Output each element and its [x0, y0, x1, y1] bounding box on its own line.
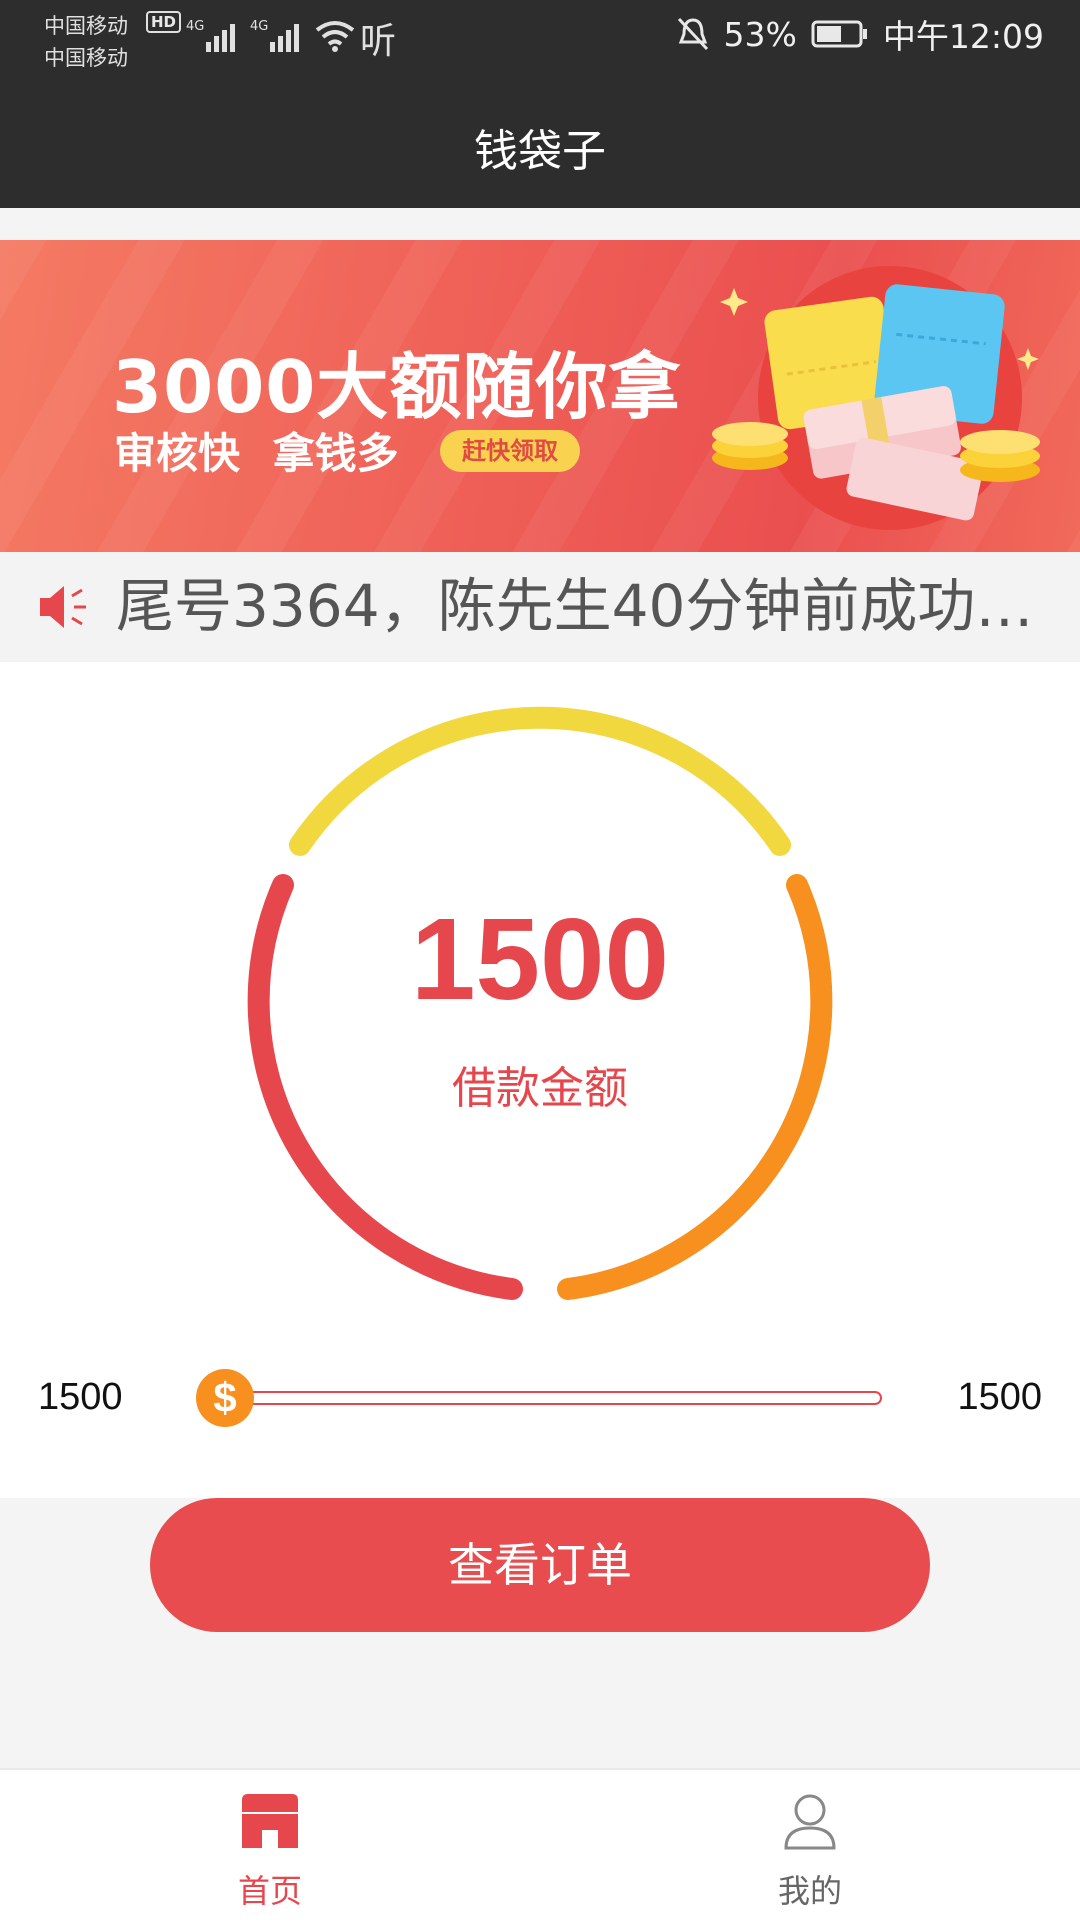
banner-subline: 审核快 拿钱多: [114, 429, 399, 478]
amount-slider-track[interactable]: [226, 1391, 882, 1405]
slider-min-value: 1500: [38, 1376, 123, 1418]
user-icon: [784, 1794, 836, 1850]
network-type-2: 4G: [250, 19, 268, 34]
tab-home-label: 首页: [237, 1872, 302, 1910]
slider-max-value: 1500: [957, 1376, 1042, 1418]
announcement-ticker: 尾号3364，陈先生40分钟前成功借款1500元: [0, 552, 1080, 662]
mute-bell-icon: [677, 17, 708, 51]
tab-mine[interactable]: 我的: [660, 1770, 960, 1922]
listen-indicator: 听: [360, 21, 397, 62]
wifi-icon: [315, 21, 355, 52]
battery-percent: 53%: [723, 14, 797, 54]
claim-now-button[interactable]: 赶快领取: [440, 430, 580, 472]
app-header: 钱袋子: [0, 96, 1080, 208]
battery-icon: [811, 20, 867, 48]
signal-icon-2: 4G: [250, 19, 299, 52]
tab-mine-label: 我的: [777, 1872, 842, 1910]
amount-slider-thumb[interactable]: $: [196, 1369, 254, 1427]
tab-home[interactable]: 首页: [120, 1770, 420, 1922]
signal-icon: 4G: [186, 19, 235, 52]
money-illustration: [712, 266, 1040, 530]
status-bar: 中国移动 中国移动 HD 4G 4G 听 53% 中午12:09: [0, 0, 1080, 96]
loan-amount-label: 借款金额: [452, 1063, 628, 1114]
network-type-1: 4G: [186, 19, 204, 34]
loan-amount: 1500: [410, 894, 670, 1024]
promo-banner[interactable]: 3000大额随你拿 审核快 拿钱多 赶快领取: [0, 240, 1080, 552]
carrier-name-2: 中国移动: [44, 46, 128, 70]
loan-panel: 1500 借款金额 1500 $ 1500: [0, 662, 1080, 1498]
hd-badge: HD: [146, 11, 182, 33]
page-title: 钱袋子: [474, 126, 606, 177]
banner-headline: 3000大额随你拿: [112, 345, 682, 429]
bottom-tab-bar: 首页 我的: [0, 1768, 1080, 1922]
carrier-name-1: 中国移动: [44, 14, 128, 38]
gauge-arc-yellow: [289, 706, 791, 856]
clock: 中午12:09: [882, 17, 1044, 56]
view-order-button[interactable]: 查看订单: [150, 1498, 930, 1632]
speaker-icon: [40, 586, 86, 628]
home-icon: [242, 1794, 298, 1848]
ticker-message: 尾号3364，陈先生40分钟前成功借款1500元: [116, 572, 1066, 640]
status-right: 53% 中午12:09: [676, 14, 1044, 56]
